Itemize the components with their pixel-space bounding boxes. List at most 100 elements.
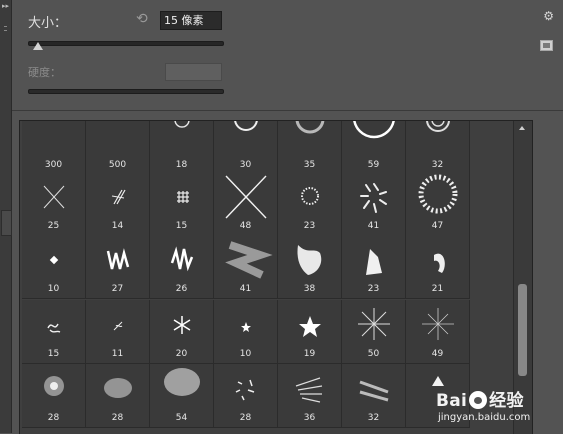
watermark-url: jingyan.baidu.com bbox=[438, 412, 531, 423]
brush-size-label: 15 bbox=[47, 349, 60, 359]
brush-size-label: 38 bbox=[303, 284, 316, 294]
brush-size-label: 500 bbox=[108, 160, 127, 170]
scrollbar-thumb[interactable] bbox=[518, 284, 527, 376]
brush-preset-tile[interactable]: 19 bbox=[278, 300, 342, 364]
brush-preset-tile[interactable]: 300 bbox=[22, 121, 86, 175]
hardness-slider-track[interactable] bbox=[28, 89, 224, 94]
brush-size-label: 18 bbox=[175, 160, 188, 170]
brush-size-label: 10 bbox=[47, 284, 60, 294]
brush-tip-star-m-icon bbox=[299, 316, 321, 337]
panel-resize-handle[interactable] bbox=[1, 210, 12, 236]
brush-preset-tile[interactable]: 10 bbox=[214, 300, 278, 364]
brush-size-label: 59 bbox=[367, 160, 380, 170]
brush-preset-tile[interactable]: 25 bbox=[22, 172, 86, 236]
brush-size-label: 27 bbox=[111, 284, 124, 294]
grip-tick bbox=[4, 26, 7, 27]
brush-tip-x-big-icon bbox=[225, 175, 267, 219]
brush-preset-tile[interactable]: 30 bbox=[214, 121, 278, 175]
brush-size-label: 26 bbox=[175, 284, 188, 294]
brush-settings-panel: 大小： ⟲ 15 像素 硬度： ⚙ bbox=[12, 0, 563, 111]
brush-preset-tile[interactable]: 26 bbox=[150, 235, 214, 299]
size-slider-thumb[interactable] bbox=[32, 42, 43, 50]
brush-preset-tile[interactable]: 23 bbox=[342, 235, 406, 299]
brush-preset-tile[interactable]: 28 bbox=[22, 364, 86, 428]
brush-preset-tile[interactable]: 15 bbox=[150, 172, 214, 236]
brush-preset-tile[interactable]: 32 bbox=[406, 121, 470, 175]
brush-preset-tile[interactable]: 10 bbox=[22, 235, 86, 299]
brush-size-label: 25 bbox=[47, 221, 60, 231]
brush-tip-snowflake-icon bbox=[173, 316, 191, 334]
brush-tip-streak-icon bbox=[359, 380, 389, 402]
brush-preset-tile[interactable]: 50 bbox=[342, 300, 406, 364]
brush-preset-tile[interactable]: 18 bbox=[150, 121, 214, 175]
brush-size-label: 41 bbox=[239, 284, 252, 294]
brush-tip-blob-icon bbox=[297, 245, 322, 275]
size-input[interactable]: 15 像素 bbox=[160, 11, 222, 30]
brush-preset-tile[interactable]: 35 bbox=[278, 121, 342, 175]
brush-size-label: 49 bbox=[431, 349, 444, 359]
brush-size-label: 23 bbox=[367, 284, 380, 294]
brush-tip-blur-z-icon bbox=[225, 241, 273, 279]
brush-preset-tile[interactable]: 59 bbox=[342, 121, 406, 175]
brush-size-label: 15 bbox=[175, 221, 188, 231]
watermark-logo: Bai 经验 bbox=[436, 386, 524, 411]
brush-size-label: 28 bbox=[111, 413, 124, 423]
brush-tip-star-s-icon bbox=[241, 322, 251, 332]
paw-icon bbox=[469, 391, 488, 409]
brush-preset-tile[interactable]: 47 bbox=[406, 172, 470, 236]
hardness-label: 硬度： bbox=[28, 66, 61, 79]
brush-preset-tile[interactable]: 20 bbox=[150, 300, 214, 364]
brush-preset-tile[interactable]: 23 bbox=[278, 172, 342, 236]
scroll-up-arrow-icon[interactable] bbox=[519, 126, 525, 130]
gear-icon[interactable]: ⚙ bbox=[543, 9, 554, 23]
brush-size-label: 300 bbox=[44, 160, 63, 170]
brush-size-label: 21 bbox=[431, 284, 444, 294]
brush-size-label: 23 bbox=[303, 221, 316, 231]
grip-tick bbox=[4, 30, 7, 31]
brush-preset-tile[interactable]: 41 bbox=[342, 172, 406, 236]
brush-preset-tile[interactable]: 14 bbox=[86, 172, 150, 236]
brush-preset-tile[interactable]: 500 bbox=[86, 121, 150, 175]
brush-tip-burst-thin-icon bbox=[422, 308, 454, 340]
baidu-watermark: Bai 经验 jingyan.baidu.com bbox=[436, 384, 560, 430]
hardness-input[interactable] bbox=[165, 63, 222, 81]
watermark-logo-text: Bai bbox=[436, 391, 468, 411]
brush-preset-tile[interactable]: 28 bbox=[214, 364, 278, 428]
brush-preset-tile[interactable]: 11 bbox=[86, 300, 150, 364]
brush-size-label: 54 bbox=[175, 413, 188, 423]
brush-tip-fiber-icon bbox=[104, 378, 132, 398]
brush-preset-tile[interactable]: 48 bbox=[214, 172, 278, 236]
brush-size-label: 30 bbox=[239, 160, 252, 170]
brush-tip-ring-m-icon bbox=[234, 121, 258, 131]
brush-preset-tile[interactable]: 32 bbox=[342, 364, 406, 428]
brush-tip-swirl-icon bbox=[360, 183, 387, 213]
brush-preset-tile[interactable]: 38 bbox=[278, 235, 342, 299]
brush-preset-tile[interactable]: 27 bbox=[86, 235, 150, 299]
brush-tip-ring-double-icon bbox=[426, 121, 450, 132]
brush-preset-tile[interactable]: 28 bbox=[86, 364, 150, 428]
brush-preset-tile[interactable]: 21 bbox=[406, 235, 470, 299]
brush-preset-tile[interactable]: 54 bbox=[150, 364, 214, 428]
brush-size-label: 50 bbox=[367, 349, 380, 359]
brush-size-label: 41 bbox=[367, 221, 380, 231]
brush-size-label: 10 bbox=[239, 349, 252, 359]
brush-preset-tile[interactable]: 49 bbox=[406, 300, 470, 364]
brush-size-label: 36 bbox=[303, 413, 316, 423]
brush-tip-x-thin-icon bbox=[43, 185, 65, 209]
brush-tip-squiggle-icon bbox=[47, 323, 61, 333]
collapse-arrows-icon[interactable]: ▸▸ bbox=[2, 2, 9, 10]
new-preset-icon[interactable] bbox=[540, 40, 553, 51]
brush-preset-tile[interactable]: 36 bbox=[278, 364, 342, 428]
brush-size-label: 28 bbox=[239, 413, 252, 423]
brush-preset-tile[interactable]: 15 bbox=[22, 300, 86, 364]
brush-tip-chunk-icon bbox=[366, 249, 382, 275]
brush-size-label: 48 bbox=[239, 221, 252, 231]
brush-size-label: 14 bbox=[111, 221, 124, 231]
brush-size-label: 47 bbox=[431, 221, 444, 231]
reset-size-icon[interactable]: ⟲ bbox=[136, 11, 152, 27]
brush-preset-tile[interactable]: 41 bbox=[214, 235, 278, 299]
brush-tip-ring-fuzzy-icon bbox=[295, 121, 325, 134]
brush-size-label: 35 bbox=[303, 160, 316, 170]
brush-tip-zigzag-b-icon bbox=[170, 246, 194, 272]
size-slider-track[interactable] bbox=[28, 41, 224, 46]
